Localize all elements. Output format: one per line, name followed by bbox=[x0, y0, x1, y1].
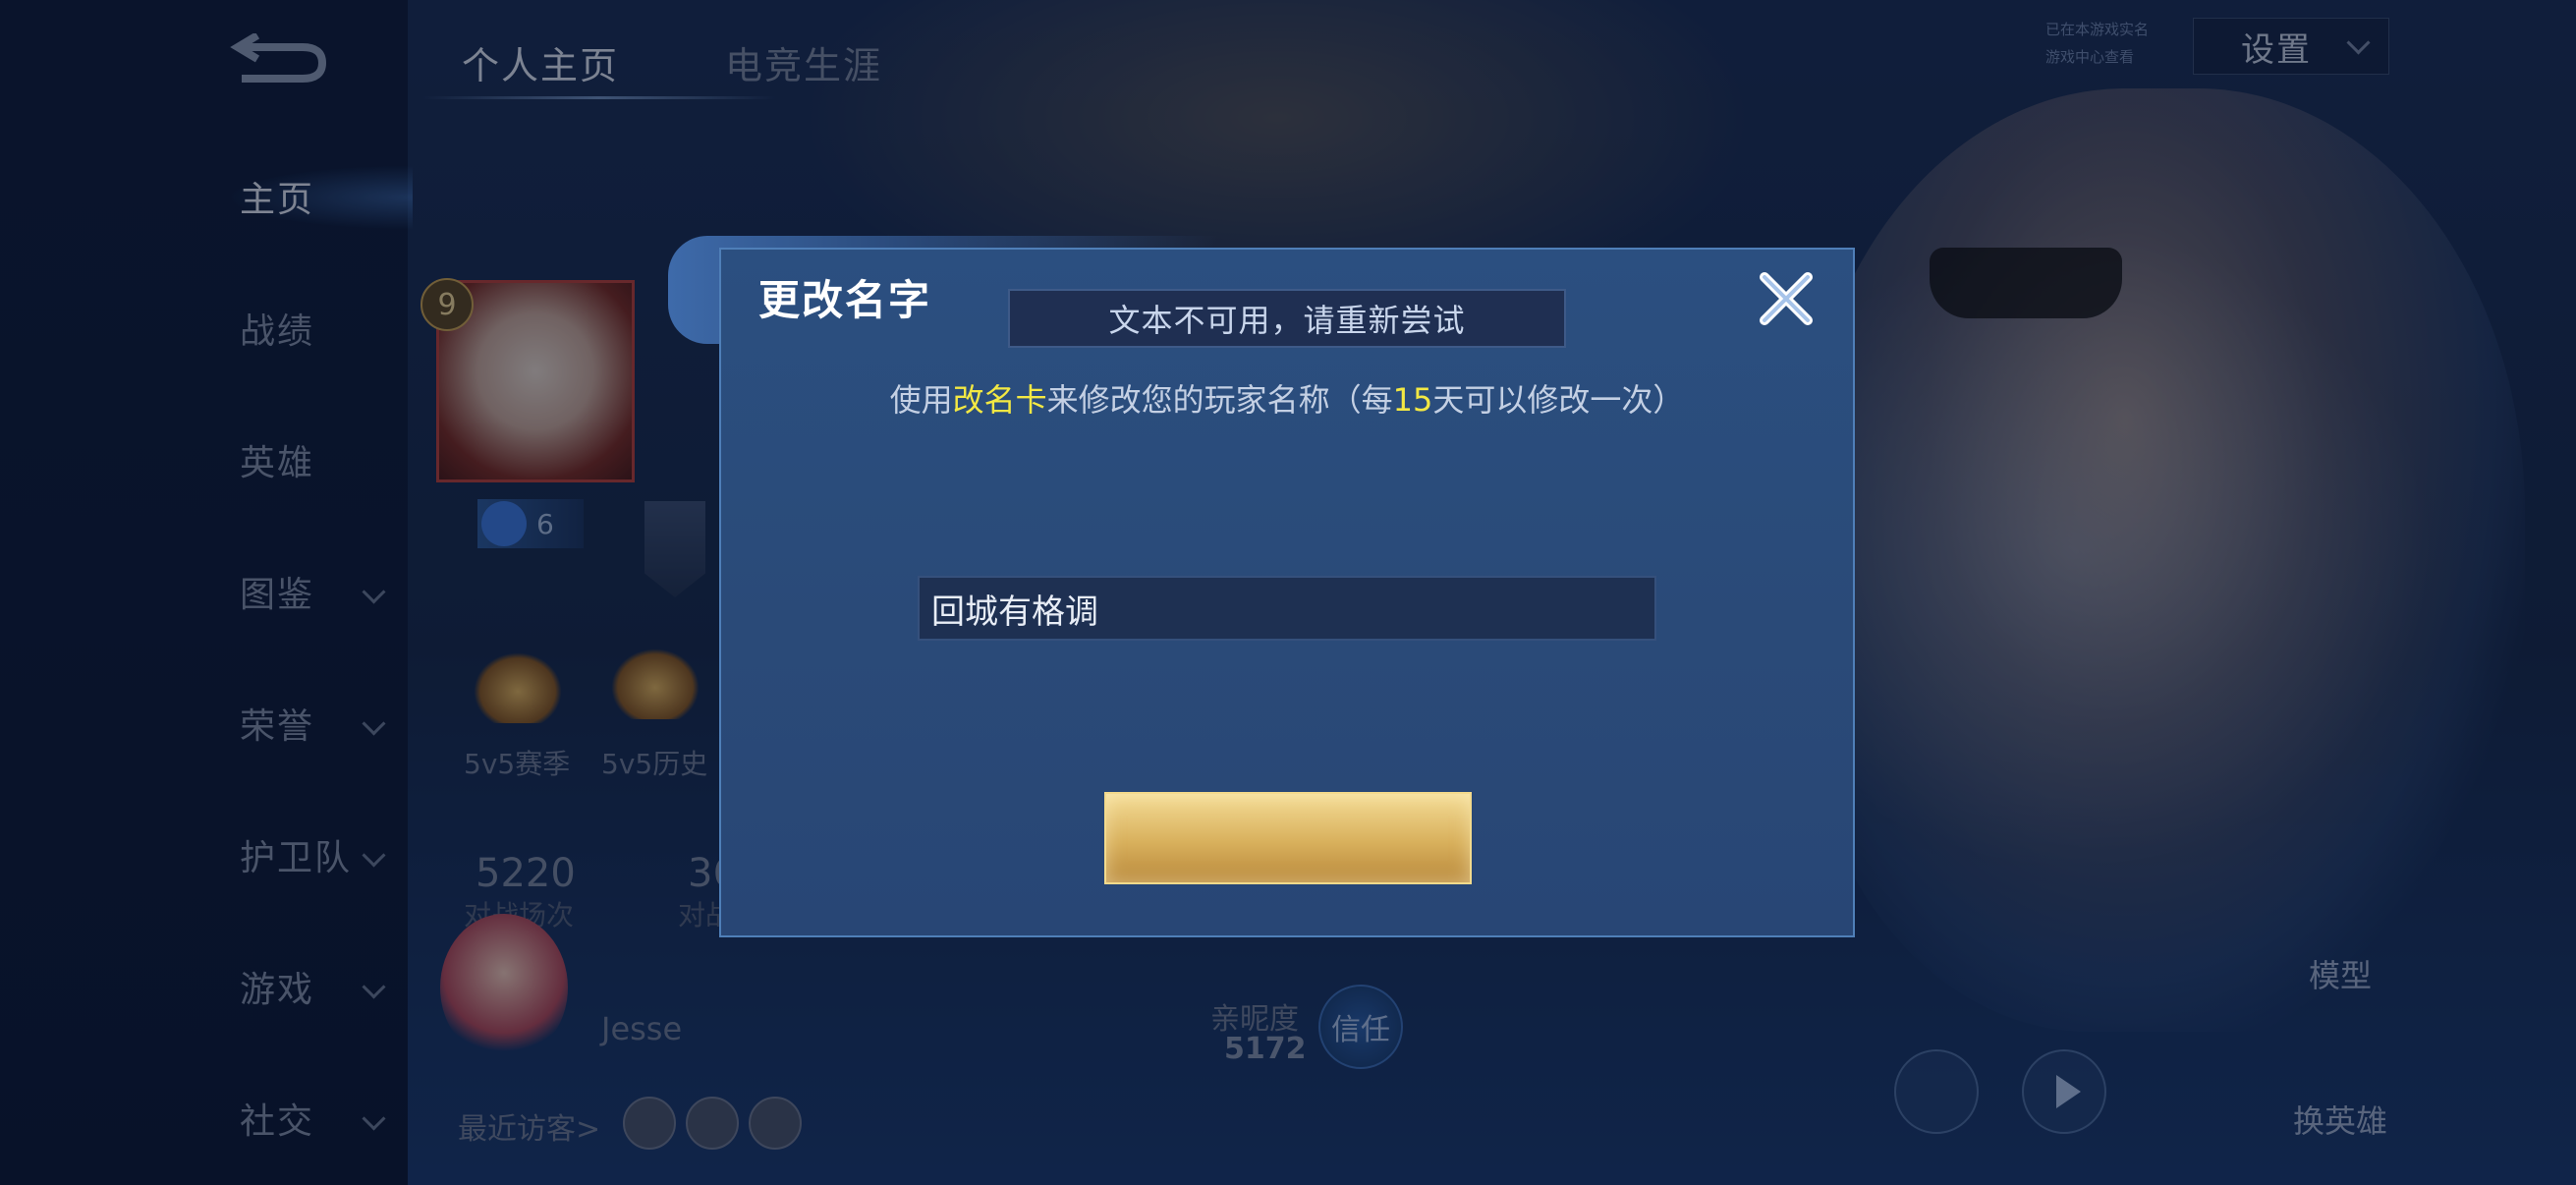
days-highlight: 15 bbox=[1392, 381, 1433, 419]
error-message: 文本不可用，请重新尝试 bbox=[1008, 289, 1566, 348]
desc-suffix: 天可以修改一次） bbox=[1432, 381, 1685, 419]
desc-mid: 来修改您的玩家名称（每 bbox=[1046, 381, 1393, 419]
close-icon[interactable] bbox=[1755, 267, 1818, 330]
confirm-button[interactable] bbox=[1104, 792, 1472, 884]
rename-description: 使用改名卡来修改您的玩家名称（每15天可以修改一次） bbox=[719, 375, 1855, 421]
dialog-title: 更改名字 bbox=[758, 276, 932, 324]
name-input[interactable] bbox=[918, 576, 1656, 641]
rename-card-highlight: 改名卡 bbox=[952, 381, 1047, 419]
desc-prefix: 使用 bbox=[889, 381, 953, 419]
